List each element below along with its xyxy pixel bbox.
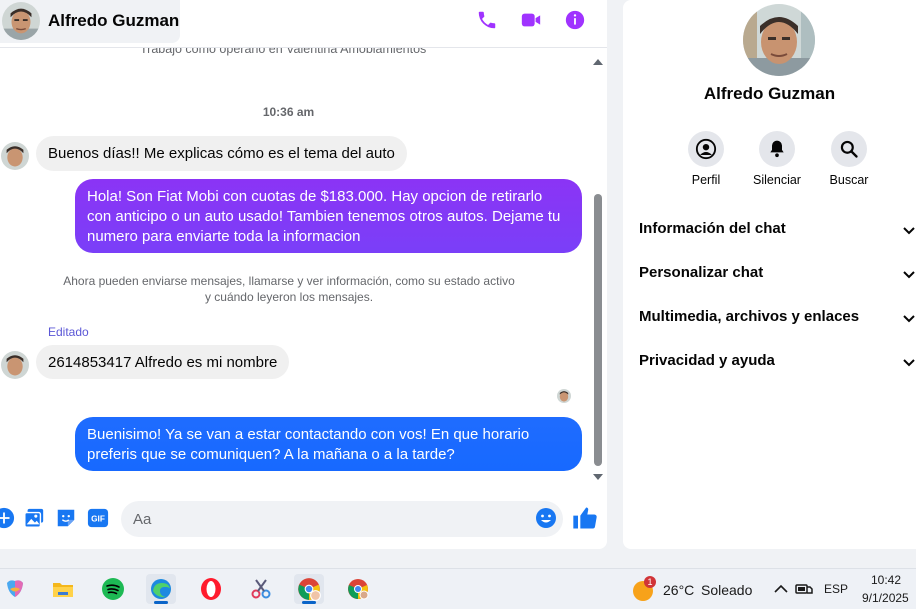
copilot-icon[interactable] bbox=[0, 574, 30, 604]
clock-date[interactable]: 9/1/2025 bbox=[862, 591, 909, 605]
phone-icon[interactable] bbox=[474, 7, 500, 33]
seen-avatar bbox=[557, 389, 571, 403]
mute-label: Silenciar bbox=[753, 173, 801, 187]
gif-label: GIF bbox=[91, 515, 105, 524]
chevron-up-icon[interactable] bbox=[772, 574, 790, 604]
chat-header: Alfredo Guzman bbox=[0, 0, 607, 48]
section-chat-info[interactable]: Información del chat bbox=[639, 220, 916, 244]
weather-badge: 1 bbox=[644, 576, 656, 588]
message-input[interactable] bbox=[121, 501, 563, 537]
section-privacy-help[interactable]: Privacidad y ayuda bbox=[639, 352, 916, 376]
truncated-message: Trabajo como operario en Valentina Amobl… bbox=[140, 48, 427, 56]
gif-icon[interactable]: GIF bbox=[86, 506, 110, 530]
message-bubble[interactable]: 2614853417 Alfredo es mi nombre bbox=[36, 345, 290, 379]
profile-button[interactable]: Perfil bbox=[666, 131, 746, 187]
active-indicator bbox=[154, 601, 168, 604]
section-label: Personalizar chat bbox=[639, 264, 764, 281]
video-icon[interactable] bbox=[518, 7, 544, 33]
chevron-down-icon bbox=[903, 359, 915, 367]
chevron-down-icon bbox=[903, 315, 915, 323]
active-indicator bbox=[302, 601, 316, 604]
contact-header-button[interactable]: Alfredo Guzman bbox=[0, 0, 180, 43]
sticker-icon[interactable] bbox=[54, 506, 78, 530]
composer: GIF bbox=[0, 497, 607, 541]
emoji-icon[interactable] bbox=[534, 506, 558, 530]
section-label: Privacidad y ayuda bbox=[639, 352, 775, 369]
chat-details-sidebar: Alfredo Guzman Perfil Silenciar Buscar I… bbox=[623, 0, 916, 549]
scroll-up-arrow[interactable] bbox=[593, 58, 603, 66]
scroll-down-arrow[interactable] bbox=[593, 473, 603, 481]
contact-avatar bbox=[1, 142, 29, 170]
bell-icon bbox=[770, 140, 784, 158]
snipping-tool-icon[interactable] bbox=[246, 574, 276, 604]
chevron-down-icon bbox=[903, 271, 915, 279]
message-list[interactable]: Trabajo como operario en Valentina Amobl… bbox=[0, 48, 592, 493]
weather-widget[interactable]: 1 26°C Soleado bbox=[630, 575, 760, 605]
message-bubble[interactable]: Hola! Son Fiat Mobi con cuotas de $183.0… bbox=[75, 179, 582, 253]
timestamp: 10:36 am bbox=[262, 105, 315, 119]
edited-label: Editado bbox=[48, 325, 89, 339]
profile-name: Alfredo Guzman bbox=[703, 84, 836, 103]
section-media-files-links[interactable]: Multimedia, archivos y enlaces bbox=[639, 308, 916, 332]
clock-time[interactable]: 10:42 bbox=[871, 573, 901, 587]
taskbar: 1 26°C Soleado ESP 10:42 9/1/2025 bbox=[0, 568, 916, 609]
add-icon[interactable] bbox=[0, 506, 16, 530]
search-button[interactable]: Buscar bbox=[809, 131, 889, 187]
weather-condition: Soleado bbox=[701, 582, 753, 598]
mute-button[interactable]: Silenciar bbox=[737, 131, 817, 187]
contact-name: Alfredo Guzman bbox=[48, 11, 180, 30]
like-icon[interactable] bbox=[571, 504, 599, 532]
search-label: Buscar bbox=[829, 173, 869, 187]
system-note: Ahora pueden enviarse mensajes, llamarse… bbox=[63, 274, 515, 304]
scrollbar[interactable] bbox=[592, 56, 604, 484]
chrome-icon[interactable] bbox=[343, 574, 373, 604]
section-customize-chat[interactable]: Personalizar chat bbox=[639, 264, 916, 288]
search-icon bbox=[840, 140, 858, 158]
section-label: Multimedia, archivos y enlaces bbox=[639, 308, 860, 325]
chat-panel: Alfredo Guzman Trabajo como operario en … bbox=[0, 0, 607, 549]
scrollbar-thumb[interactable] bbox=[594, 194, 602, 466]
section-label: Información del chat bbox=[639, 220, 786, 237]
file-explorer-icon[interactable] bbox=[48, 574, 78, 604]
info-icon[interactable] bbox=[562, 7, 588, 33]
message-bubble[interactable]: Buenisimo! Ya se van a estar contactando… bbox=[75, 417, 582, 471]
contact-avatar bbox=[1, 351, 29, 379]
weather-badge-count: 1 bbox=[647, 577, 653, 587]
profile-icon bbox=[695, 138, 717, 160]
image-icon[interactable] bbox=[22, 506, 46, 530]
opera-icon[interactable] bbox=[196, 574, 226, 604]
network-icon[interactable] bbox=[792, 574, 816, 604]
spotify-icon[interactable] bbox=[98, 574, 128, 604]
edge-icon[interactable] bbox=[146, 574, 176, 604]
language-indicator[interactable]: ESP bbox=[824, 582, 848, 596]
profile-label: Perfil bbox=[691, 173, 721, 187]
chevron-down-icon bbox=[903, 227, 915, 235]
chrome-profile-icon[interactable] bbox=[294, 574, 324, 604]
profile-avatar[interactable] bbox=[743, 4, 815, 76]
message-bubble[interactable]: Buenos días!! Me explicas cómo es el tem… bbox=[36, 136, 407, 171]
contact-avatar[interactable] bbox=[2, 2, 40, 40]
weather-temp: 26°C bbox=[663, 582, 695, 598]
